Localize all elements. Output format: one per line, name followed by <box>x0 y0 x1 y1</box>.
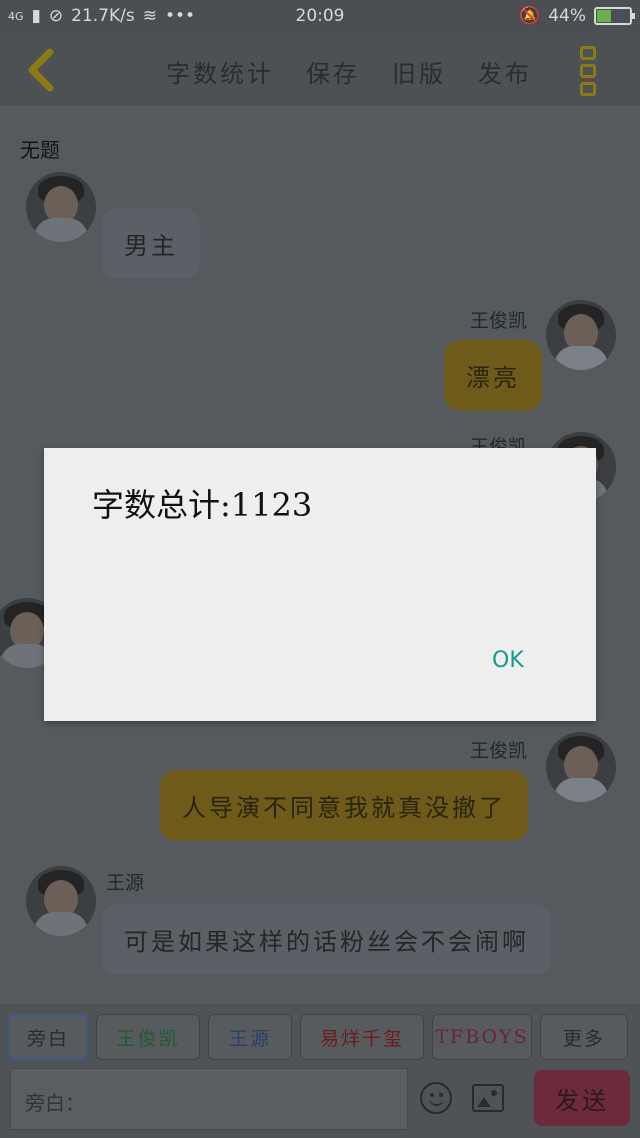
word-count-dialog: 字数总计:1123 OK <box>44 448 596 721</box>
role-narrator[interactable]: 旁白 <box>8 1014 88 1060</box>
role-yiyangqianxi[interactable]: 易烊千玺 <box>300 1014 424 1060</box>
image-icon[interactable] <box>472 1084 504 1112</box>
role-label: 旁白 <box>26 1027 69 1050</box>
document-title: 无题 <box>20 138 60 162</box>
sender-name: 王俊凯 <box>470 310 528 332</box>
more-menu-icon[interactable] <box>580 46 598 96</box>
avatar[interactable] <box>546 732 616 802</box>
role-more[interactable]: 更多 <box>540 1014 628 1060</box>
send-button[interactable]: 发送 <box>534 1070 630 1126</box>
emoji-icon[interactable] <box>420 1082 452 1114</box>
battery-icon <box>594 7 635 25</box>
word-count-button[interactable]: 字数统计 <box>166 54 274 89</box>
avatar[interactable] <box>26 866 96 936</box>
role-label: 更多 <box>562 1027 605 1050</box>
save-button[interactable]: 保存 <box>306 54 360 89</box>
role-selector: 旁白 王俊凯 王源 易烊千玺 TFBOYS 更多 <box>0 1004 640 1068</box>
dialog-message: 字数总计:1123 <box>92 486 313 524</box>
status-bar: 4G ▮ ⊘ 21.7K/s ≋ ••• 20:09 🔕 44% <box>0 0 640 34</box>
sender-name: 王源 <box>106 872 145 894</box>
message-bubble[interactable]: 人导演不同意我就真没撤了 <box>160 770 528 841</box>
message-bubble[interactable]: 可是如果这样的话粉丝会不会闹啊 <box>102 904 551 975</box>
role-wangjunkai[interactable]: 王俊凯 <box>96 1014 200 1060</box>
sender-name: 王俊凯 <box>470 740 528 762</box>
avatar[interactable] <box>546 300 616 370</box>
top-toolbar: 字数统计 保存 旧版 发布 <box>0 34 640 106</box>
role-label: TFBOYS <box>435 1026 529 1048</box>
clock: 20:09 <box>295 6 345 26</box>
old-version-button[interactable]: 旧版 <box>392 54 446 89</box>
role-wangyuan[interactable]: 王源 <box>208 1014 292 1060</box>
ok-button[interactable]: OK <box>492 648 524 673</box>
role-label: 王源 <box>228 1027 271 1050</box>
message-input[interactable]: 旁白： <box>10 1068 408 1130</box>
composer-bar: 旁白： 发送 <box>0 1068 640 1138</box>
message-bubble[interactable]: 男主 <box>102 208 200 279</box>
back-arrow-icon[interactable] <box>22 48 62 92</box>
role-label: 易烊千玺 <box>319 1027 404 1050</box>
message-bubble[interactable]: 漂亮 <box>444 340 542 411</box>
role-label: 王俊凯 <box>116 1027 180 1050</box>
battery-percent: 44% <box>548 6 586 26</box>
mute-bell-icon: 🔕 <box>519 6 541 26</box>
role-tfboys[interactable]: TFBOYS <box>432 1014 532 1060</box>
publish-button[interactable]: 发布 <box>478 54 532 89</box>
avatar[interactable] <box>26 172 96 242</box>
